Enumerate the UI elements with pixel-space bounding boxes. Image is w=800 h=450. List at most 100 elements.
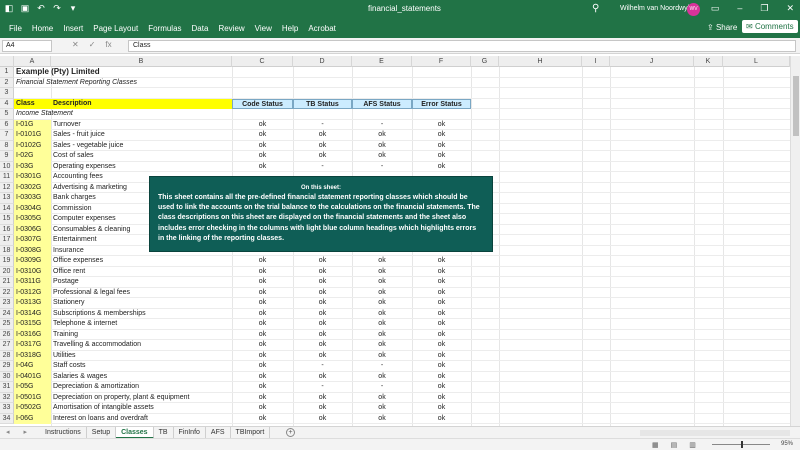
afs-status-cell[interactable]: ok <box>352 340 412 351</box>
description-cell[interactable]: Interest on loans and overdraft <box>51 414 232 425</box>
class-cell[interactable]: I-04G <box>14 361 51 372</box>
row-header[interactable]: 33 <box>0 403 14 414</box>
tb-status-cell[interactable]: ok <box>293 330 352 341</box>
class-cell[interactable]: I-0302G <box>14 182 51 193</box>
user-name[interactable]: Wilhelm van Noordwyk <box>620 5 691 12</box>
class-cell[interactable]: I-0304G <box>14 203 51 214</box>
error-status-cell[interactable]: ok <box>412 393 471 404</box>
tb-status-cell[interactable]: ok <box>293 130 352 141</box>
code-status-cell[interactable]: ok <box>232 382 293 393</box>
error-status-cell[interactable]: ok <box>412 298 471 309</box>
description-cell[interactable]: Operating expenses <box>51 162 232 173</box>
error-status-cell[interactable]: ok <box>412 403 471 414</box>
afs-status-cell[interactable]: ok <box>352 351 412 362</box>
restore-icon[interactable]: ❐ <box>760 3 768 14</box>
class-cell[interactable]: I-0310G <box>14 266 51 277</box>
row-header[interactable]: 1 <box>0 67 14 78</box>
column-header-k[interactable]: K <box>694 56 723 67</box>
afs-status-cell[interactable]: - <box>352 361 412 372</box>
description-cell[interactable]: Telephone & internet <box>51 319 232 330</box>
class-cell[interactable]: I-0317G <box>14 340 51 351</box>
document-title[interactable]: financial_statements <box>368 4 441 13</box>
row-header[interactable]: 9 <box>0 151 14 162</box>
row-header[interactable]: 2 <box>0 77 14 88</box>
menu-tab-home[interactable]: Home <box>27 24 58 33</box>
row-header[interactable]: 31 <box>0 382 14 393</box>
error-status-cell[interactable]: ok <box>412 372 471 383</box>
row-header[interactable]: 19 <box>0 256 14 267</box>
minimize-icon[interactable]: – <box>737 3 742 14</box>
page-break-view-icon[interactable]: ▥ <box>689 441 696 449</box>
tb-status-cell[interactable]: - <box>293 120 352 131</box>
row-header[interactable]: 21 <box>0 277 14 288</box>
afs-status-cell[interactable]: ok <box>352 288 412 299</box>
description-cell[interactable]: Postage <box>51 277 232 288</box>
column-header-g[interactable]: G <box>471 56 499 67</box>
code-status-cell[interactable]: ok <box>232 298 293 309</box>
code-status-cell[interactable]: ok <box>232 414 293 425</box>
column-header-h[interactable]: H <box>499 56 582 67</box>
afs-status-cell[interactable]: ok <box>352 130 412 141</box>
afs-status-cell[interactable]: ok <box>352 309 412 320</box>
menu-tab-help[interactable]: Help <box>277 24 303 33</box>
afs-status-cell[interactable]: ok <box>352 319 412 330</box>
error-status-cell[interactable]: ok <box>412 414 471 425</box>
menu-tab-insert[interactable]: Insert <box>58 24 88 33</box>
afs-status-cell[interactable]: - <box>352 162 412 173</box>
error-status-cell[interactable]: ok <box>412 267 471 278</box>
afs-status-cell[interactable]: - <box>352 120 412 131</box>
class-cell[interactable]: I-0501G <box>14 392 51 403</box>
error-status-cell[interactable]: ok <box>412 319 471 330</box>
class-cell[interactable]: I-0315G <box>14 319 51 330</box>
row-header[interactable]: 34 <box>0 413 14 424</box>
code-status-cell[interactable]: ok <box>232 351 293 362</box>
error-status-cell[interactable]: ok <box>412 351 471 362</box>
header-description[interactable]: Description <box>51 98 232 109</box>
code-status-cell[interactable]: ok <box>232 151 293 162</box>
tb-status-cell[interactable]: ok <box>293 393 352 404</box>
column-header-i[interactable]: I <box>582 56 610 67</box>
tb-status-cell[interactable]: ok <box>293 267 352 278</box>
description-cell[interactable]: Cost of sales <box>51 151 232 162</box>
horizontal-scrollbar[interactable] <box>640 430 790 436</box>
tb-status-cell[interactable]: ok <box>293 351 352 362</box>
column-header-d[interactable]: D <box>293 56 352 67</box>
class-cell[interactable]: I-0312G <box>14 287 51 298</box>
tb-status-cell[interactable]: ok <box>293 256 352 267</box>
row-header[interactable]: 4 <box>0 98 14 109</box>
tb-status-cell[interactable]: ok <box>293 277 352 288</box>
autosave-icon[interactable]: ◧ <box>4 3 14 14</box>
row-header[interactable]: 30 <box>0 371 14 382</box>
tb-status-cell[interactable]: ok <box>293 298 352 309</box>
save-icon[interactable]: ▣ <box>20 3 30 14</box>
description-cell[interactable]: Staff costs <box>51 361 232 372</box>
row-header[interactable]: 5 <box>0 109 14 120</box>
code-status-cell[interactable]: ok <box>232 319 293 330</box>
afs-status-cell[interactable]: ok <box>352 330 412 341</box>
afs-status-cell[interactable]: ok <box>352 141 412 152</box>
description-cell[interactable]: Salaries & wages <box>51 372 232 383</box>
error-status-cell[interactable]: ok <box>412 340 471 351</box>
vertical-scrollbar[interactable] <box>790 56 800 426</box>
description-cell[interactable]: Depreciation on property, plant & equipm… <box>51 393 232 404</box>
row-header[interactable]: 17 <box>0 235 14 246</box>
class-cell[interactable]: I-0401G <box>14 371 51 382</box>
tb-status-cell[interactable]: ok <box>293 340 352 351</box>
tb-status-cell[interactable]: ok <box>293 319 352 330</box>
row-header[interactable]: 20 <box>0 266 14 277</box>
class-cell[interactable]: I-0309G <box>14 256 51 267</box>
row-header[interactable]: 11 <box>0 172 14 183</box>
error-status-cell[interactable]: ok <box>412 288 471 299</box>
code-status-cell[interactable]: ok <box>232 309 293 320</box>
tb-status-cell[interactable]: ok <box>293 141 352 152</box>
sheet-title[interactable]: Example (Pty) Limited <box>14 67 314 78</box>
info-textbox[interactable]: On this sheet: This sheet contains all t… <box>149 176 493 252</box>
error-status-cell[interactable]: ok <box>412 120 471 131</box>
comments-button[interactable]: ✉ Comments <box>742 20 798 33</box>
header-afs-status[interactable]: AFS Status <box>352 98 412 109</box>
class-cell[interactable]: I-06G <box>14 413 51 424</box>
code-status-cell[interactable]: ok <box>232 267 293 278</box>
code-status-cell[interactable]: ok <box>232 361 293 372</box>
scroll-thumb[interactable] <box>793 76 799 136</box>
header-class[interactable]: Class <box>14 98 51 109</box>
